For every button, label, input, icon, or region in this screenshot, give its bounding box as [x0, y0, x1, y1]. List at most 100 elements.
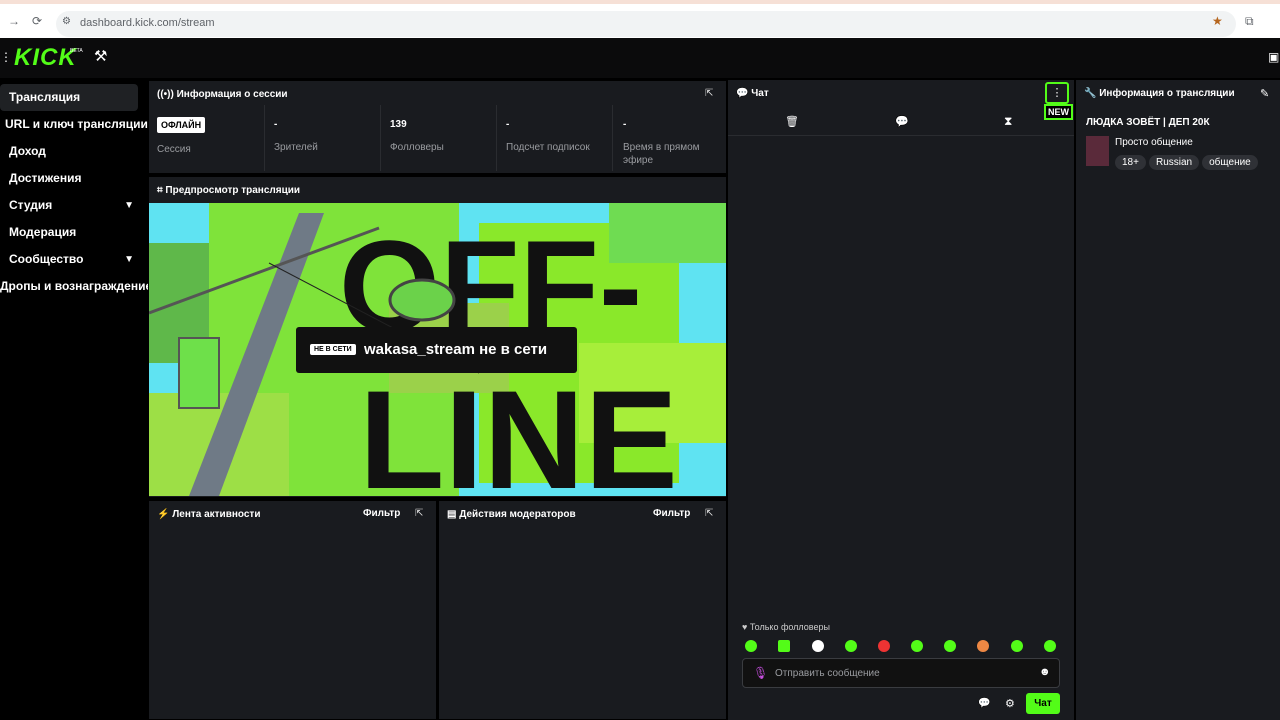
- sidebar-item-achievements[interactable]: Достижения: [0, 165, 140, 192]
- sidebar-item-label: Дропы и вознаграждение: [0, 279, 153, 293]
- chat-panel: 💬 Чат ⋮ NEW 🗑 💬 ⧗ ♥ Только фолловеры 🎙 О…: [728, 80, 1074, 720]
- sidebar-item-label: Доход: [9, 144, 46, 158]
- session-info-panel: ((•)) Информация о сессии ⇱ ОФЛАЙН Сесси…: [148, 80, 727, 174]
- reload-icon[interactable]: ⟳: [32, 14, 42, 28]
- panel-title: ((•)) Информация о сессии: [157, 89, 288, 100]
- forward-icon[interactable]: →: [8, 14, 20, 28]
- message-icon[interactable]: 💬: [895, 115, 909, 128]
- site-info-icon[interactable]: ⚙: [62, 16, 71, 27]
- document-icon: ▤: [447, 509, 460, 520]
- tag-pill[interactable]: Russian: [1148, 155, 1200, 170]
- divider: [496, 105, 497, 171]
- top-bar: ⋮ KICK BETA ⚒ ▣: [0, 38, 1280, 78]
- panel-title: ▤ Действия модераторов: [447, 509, 576, 520]
- emote-icon[interactable]: [845, 640, 857, 652]
- divider: [380, 105, 381, 171]
- beta-label: BETA: [70, 48, 83, 54]
- popout-icon[interactable]: ⇱: [705, 508, 713, 519]
- emote-icon[interactable]: [911, 640, 923, 652]
- menu-icon[interactable]: ⋮: [0, 50, 12, 64]
- edit-icon[interactable]: ✎: [1260, 87, 1269, 100]
- emoji-icon[interactable]: ☻: [1039, 666, 1051, 678]
- tag-pill[interactable]: общение: [1202, 155, 1258, 170]
- streaminfo-title: Информация о трансляции: [1099, 88, 1235, 99]
- chat-message-input[interactable]: 🎙 Отправить сообщение ☻: [742, 658, 1060, 688]
- emote-icon[interactable]: [1044, 640, 1056, 652]
- sidebar-item-community[interactable]: Сообщество ▼: [0, 246, 140, 273]
- panel-title: 🔧 Информация о трансляции: [1084, 88, 1235, 99]
- gear-icon[interactable]: ⚙: [1005, 697, 1015, 710]
- kick-logo[interactable]: KICK: [14, 44, 77, 72]
- chat-placeholder: Отправить сообщение: [775, 668, 880, 679]
- offline-overlay: НЕ В СЕТИ wakasa_stream не в сети: [296, 327, 577, 373]
- stat-label: Фолловеры: [390, 142, 444, 153]
- emote-icon[interactable]: [745, 640, 757, 652]
- stat-viewers: - Зрителей: [274, 119, 318, 154]
- sidebar-item-label: Сообщество: [9, 252, 84, 266]
- chat-options-button[interactable]: ⋮: [1045, 82, 1069, 104]
- stat-label: Сессия: [157, 144, 191, 155]
- microphone-icon[interactable]: 🎙: [753, 666, 768, 680]
- activity-title: Лента активности: [172, 509, 261, 520]
- category-thumbnail: [1086, 136, 1109, 166]
- stream-title: ЛЮДКА ЗОВЁТ | ДЕП 20К: [1086, 117, 1210, 128]
- mod-actions-panel: ▤ Действия модераторов Фильтр ⇱: [438, 500, 727, 720]
- sidebar-item-label: Студия: [9, 198, 53, 212]
- followers-only-text: Только фолловеры: [749, 622, 830, 632]
- divider: [264, 105, 265, 171]
- offline-tag: НЕ В СЕТИ: [310, 344, 356, 355]
- activity-filter-button[interactable]: Фильтр: [363, 508, 400, 519]
- modactions-filter-button[interactable]: Фильтр: [653, 508, 690, 519]
- bolt-icon: ⚡: [157, 509, 173, 520]
- profile-icon[interactable]: ▣: [1268, 50, 1279, 64]
- sidebar-item-label: Модерация: [9, 225, 77, 239]
- chevron-down-icon: ▼: [124, 254, 134, 265]
- session-title: Информация о сессии: [176, 89, 288, 100]
- sidebar-item-drops[interactable]: Дропы и вознаграждение: [0, 273, 152, 300]
- wrench-icon: 🔧: [1084, 88, 1100, 99]
- stream-info-panel: 🔧 Информация о трансляции ✎ ЛЮДКА ЗОВЁТ …: [1076, 80, 1280, 720]
- hourglass-icon[interactable]: ⧗: [1004, 114, 1012, 129]
- sidebar-item-url-key[interactable]: URL и ключ трансляции: [0, 111, 148, 138]
- emote-icon[interactable]: [878, 640, 890, 652]
- address-text: dashboard.kick.com/stream: [80, 17, 215, 29]
- tag-pill[interactable]: 18+: [1115, 155, 1146, 170]
- emote-icon[interactable]: [977, 640, 989, 652]
- panel-title: ⌗ Предпросмотр трансляции: [157, 185, 300, 196]
- chevron-down-icon: ▼: [124, 200, 134, 211]
- browser-bar: → ⟳ ⚙ dashboard.kick.com/stream ★ ⧉: [0, 0, 1280, 38]
- stream-category[interactable]: Просто общение: [1115, 137, 1193, 148]
- sidebar-item-moderation[interactable]: Модерация: [0, 219, 140, 246]
- stat-value: -: [506, 119, 510, 130]
- popout-icon[interactable]: ⇱: [705, 88, 713, 99]
- stat-label: Зрителей: [274, 142, 318, 153]
- sidebar-item-income[interactable]: Доход: [0, 138, 140, 165]
- hammer-icon[interactable]: ⚒: [94, 47, 107, 65]
- emote-icon[interactable]: [944, 640, 956, 652]
- chat-bubble-icon: 💬: [736, 88, 752, 99]
- stat-label: Время в прямом эфире: [623, 142, 700, 166]
- sidebar-item-label: Трансляция: [9, 90, 81, 104]
- message-settings-icon[interactable]: 💬: [978, 698, 990, 709]
- sidebar-item-stream[interactable]: Трансляция: [0, 84, 138, 111]
- stat-session: ОФЛАЙН Сессия: [157, 117, 206, 156]
- chat-toolbar: 🗑 💬 ⧗: [728, 106, 1074, 136]
- emote-icon[interactable]: [778, 640, 790, 652]
- sidebar-item-label: URL и ключ трансляции: [5, 117, 148, 131]
- stat-value: -: [274, 119, 278, 130]
- send-chat-button[interactable]: Чат: [1026, 693, 1060, 714]
- tag-list: 18+ Russian общение: [1115, 152, 1261, 170]
- stat-value: 139: [390, 119, 407, 130]
- bookmark-star-icon[interactable]: ★: [1212, 14, 1223, 28]
- emote-icon[interactable]: [1011, 640, 1023, 652]
- trash-icon[interactable]: 🗑: [785, 115, 799, 128]
- stat-uptime: - Время в прямом эфире: [623, 119, 723, 167]
- preview-title: Предпросмотр трансляции: [165, 185, 301, 196]
- emote-icon[interactable]: [812, 640, 824, 652]
- sidebar-item-label: Достижения: [9, 171, 82, 185]
- sidebar-item-studio[interactable]: Студия ▼: [0, 192, 140, 219]
- popout-icon[interactable]: ⇱: [415, 508, 423, 519]
- svg-text:LINE: LINE: [359, 361, 678, 496]
- address-bar[interactable]: ⚙ dashboard.kick.com/stream: [56, 11, 1236, 37]
- extensions-icon[interactable]: ⧉: [1245, 14, 1254, 29]
